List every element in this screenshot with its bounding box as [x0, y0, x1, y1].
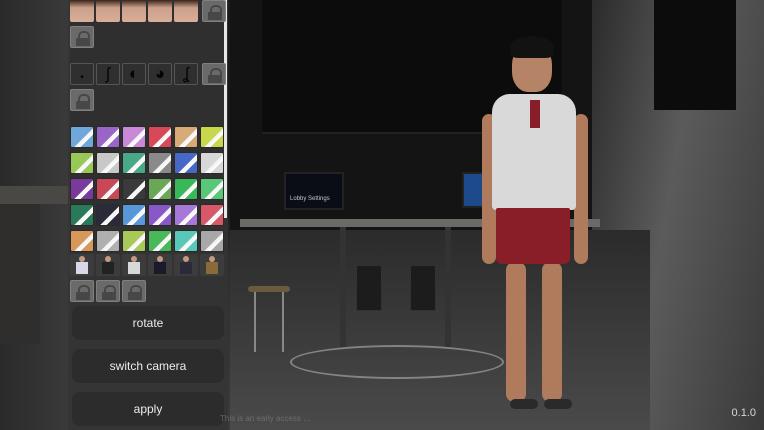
character-leg	[506, 262, 526, 402]
face-option[interactable]	[148, 0, 172, 22]
version-label: 0.1.0	[731, 407, 756, 419]
panel-scrollbar[interactable]	[224, 0, 227, 218]
outfit-option[interactable]	[70, 178, 94, 200]
outfit-option[interactable]	[96, 178, 120, 200]
character-shoe	[544, 399, 572, 409]
outfit-option[interactable]	[148, 204, 172, 226]
outfit-figure-option[interactable]	[70, 254, 94, 276]
lock-icon[interactable]	[70, 280, 94, 302]
desk-leg	[340, 227, 346, 347]
character-shorts	[496, 208, 570, 264]
character-shoe	[510, 399, 538, 409]
outfit-option[interactable]	[122, 178, 146, 200]
outfit-option[interactable]	[122, 126, 146, 148]
outfit-figure-option[interactable]	[96, 254, 120, 276]
outfit-option[interactable]	[200, 230, 224, 252]
outfit-option[interactable]	[174, 126, 198, 148]
switch-camera-button[interactable]: switch camera	[72, 349, 224, 383]
character-model	[480, 34, 590, 419]
outfit-option[interactable]	[148, 178, 172, 200]
face-option[interactable]	[174, 0, 198, 22]
wall-shelf	[0, 186, 70, 204]
face-row-locked	[70, 26, 94, 48]
scene-viewport: Lobby Settings 𝆺 ʃ ◐ ◕ ʆ rotate switch c…	[0, 0, 764, 430]
lock-icon[interactable]	[202, 63, 226, 85]
right-wall-panel	[654, 0, 736, 110]
hair-option-icon[interactable]: ◕	[148, 63, 172, 85]
outfit-figure-row	[70, 254, 224, 276]
outfit-option[interactable]	[174, 204, 198, 226]
wall-cabinet	[0, 204, 40, 344]
floor-cables	[290, 345, 504, 379]
outfit-row	[70, 230, 224, 252]
face-option[interactable]	[70, 0, 94, 22]
outfit-row	[70, 126, 224, 148]
outfit-row	[70, 152, 224, 174]
lock-icon[interactable]	[70, 26, 94, 48]
outfit-option[interactable]	[200, 178, 224, 200]
monitor-label: Lobby Settings	[290, 196, 330, 202]
stool-leg	[254, 292, 256, 352]
lock-icon[interactable]	[202, 0, 226, 22]
early-access-notice: This is an early access …	[220, 414, 312, 423]
outfit-option[interactable]	[70, 152, 94, 174]
pc-tower	[356, 265, 382, 311]
hair-row: 𝆺 ʃ ◐ ◕ ʆ	[70, 63, 226, 85]
pc-tower	[410, 265, 436, 311]
outfit-option[interactable]	[200, 126, 224, 148]
outfit-figure-option[interactable]	[174, 254, 198, 276]
character-hair	[510, 36, 554, 58]
monitor-lobby-settings: Lobby Settings	[284, 172, 344, 210]
hair-option-icon[interactable]: ◐	[122, 63, 146, 85]
outfit-option[interactable]	[174, 152, 198, 174]
stool-leg	[282, 292, 284, 352]
outfit-option[interactable]	[200, 152, 224, 174]
lock-icon[interactable]	[122, 280, 146, 302]
outfit-figure-option[interactable]	[200, 254, 224, 276]
outfit-figure-option[interactable]	[148, 254, 172, 276]
outfit-option[interactable]	[122, 152, 146, 174]
outfit-option[interactable]	[174, 178, 198, 200]
lock-icon[interactable]	[96, 280, 120, 302]
character-arm	[574, 114, 588, 264]
locked-row	[70, 280, 146, 302]
outfit-option[interactable]	[200, 204, 224, 226]
apply-button[interactable]: apply	[72, 392, 224, 426]
outfit-option[interactable]	[96, 152, 120, 174]
outfit-option[interactable]	[148, 152, 172, 174]
outfit-option[interactable]	[70, 204, 94, 226]
outfit-row	[70, 178, 224, 200]
character-collar	[530, 100, 540, 128]
character-leg	[542, 262, 562, 402]
outfit-option[interactable]	[174, 230, 198, 252]
outfit-option[interactable]	[122, 230, 146, 252]
face-row	[70, 0, 226, 22]
rotate-button[interactable]: rotate	[72, 306, 224, 340]
outfit-option[interactable]	[70, 230, 94, 252]
face-option[interactable]	[96, 0, 120, 22]
outfit-option[interactable]	[122, 204, 146, 226]
outfit-option[interactable]	[96, 204, 120, 226]
desk-leg	[445, 227, 451, 347]
outfit-option[interactable]	[96, 126, 120, 148]
outfit-option[interactable]	[148, 126, 172, 148]
outfit-row	[70, 204, 224, 226]
outfit-figure-option[interactable]	[122, 254, 146, 276]
outfit-option[interactable]	[96, 230, 120, 252]
hair-option-icon[interactable]: 𝆺	[70, 63, 94, 85]
hair-option-icon[interactable]: ʆ	[174, 63, 198, 85]
outfit-option[interactable]	[70, 126, 94, 148]
outfit-option[interactable]	[148, 230, 172, 252]
face-option[interactable]	[122, 0, 146, 22]
lock-icon[interactable]	[70, 89, 94, 111]
hair-row-locked	[70, 89, 94, 111]
hair-option-icon[interactable]: ʃ	[96, 63, 120, 85]
